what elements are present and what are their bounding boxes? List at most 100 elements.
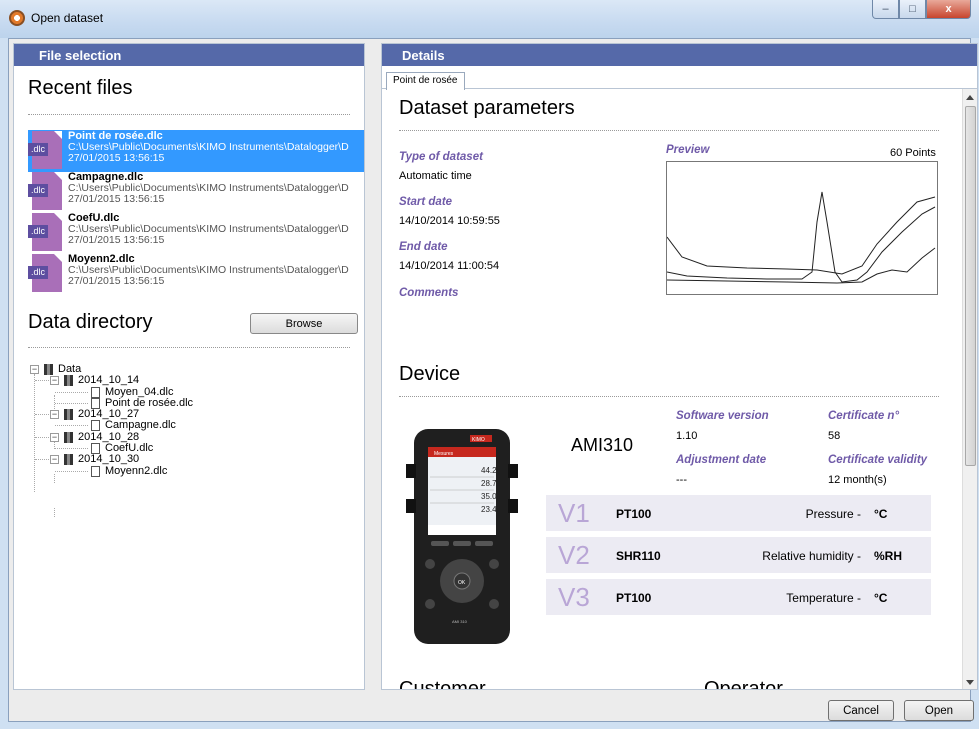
recent-files-list[interactable]: .dlc Point de rosée.dlc C:\Users\Public\… xyxy=(28,130,364,295)
scroll-thumb[interactable] xyxy=(965,106,976,466)
dataset-parameters-title: Dataset parameters xyxy=(399,97,575,119)
svg-text:Mesures: Mesures xyxy=(434,451,454,457)
data-directory-header: Data directory Browse xyxy=(28,311,364,334)
device-model: AMI310 xyxy=(571,435,634,455)
dlc-file-icon: .dlc xyxy=(28,254,62,292)
channel-row-v2: V2 SHR110 Relative humidity - %RH xyxy=(546,537,931,573)
device-separator xyxy=(399,396,939,397)
recent-file-date: 27/01/2015 13:56:15 xyxy=(68,193,165,205)
collapse-icon[interactable]: − xyxy=(50,376,59,386)
channel-probe: PT100 xyxy=(616,507,652,521)
start-date-value: 14/10/2014 10:59:55 xyxy=(399,215,500,227)
adjustment-date-label: Adjustment date xyxy=(676,454,767,466)
certificate-validity-value: 12 month(s) xyxy=(828,474,887,486)
preview-series-1 xyxy=(666,191,936,283)
maximize-button[interactable]: □ xyxy=(899,0,926,19)
customer-title: Customer xyxy=(399,678,486,690)
channel-probe: SHR110 xyxy=(616,549,661,563)
tree-line xyxy=(35,436,49,438)
preview-chart xyxy=(666,161,938,295)
svg-text:OK: OK xyxy=(458,580,466,586)
open-button[interactable]: Open xyxy=(904,700,974,721)
tree-line xyxy=(34,374,35,492)
start-date-label: Start date xyxy=(399,196,453,208)
app-icon xyxy=(9,10,25,26)
dlc-file-icon: .dlc xyxy=(28,172,62,210)
software-version-label: Software version xyxy=(676,410,769,422)
channel-number: V2 xyxy=(558,540,590,570)
channel-row-v1: V1 PT100 Pressure - °C xyxy=(546,495,931,531)
folder-icon xyxy=(64,409,73,421)
recent-file-item[interactable]: .dlc CoefU.dlc C:\Users\Public\Documents… xyxy=(28,212,364,254)
svg-text:35.0: 35.0 xyxy=(481,492,497,501)
tree-node-label: Campagne.dlc xyxy=(105,419,176,432)
tree-line xyxy=(55,448,88,450)
browse-button[interactable]: Browse xyxy=(250,313,358,334)
details-tabbar: Point de rosée xyxy=(382,66,977,90)
channel-measure: Relative humidity - xyxy=(762,549,861,563)
certificate-validity-label: Certificate validity xyxy=(828,454,928,466)
channel-measure: Pressure - xyxy=(805,507,861,521)
channel-unit: °C xyxy=(874,507,888,521)
window-controls: – □ x xyxy=(872,0,971,20)
recent-files-separator xyxy=(28,114,350,115)
details-header: Details xyxy=(382,44,977,66)
tree-line xyxy=(55,425,88,427)
folder-icon xyxy=(44,364,53,375)
details-content: Dataset parameters Type of dataset Autom… xyxy=(382,89,964,690)
file-selection-header: File selection xyxy=(14,44,364,66)
close-button[interactable]: x xyxy=(926,0,971,19)
tree-line xyxy=(54,474,55,483)
document-icon xyxy=(91,465,100,477)
folder-icon xyxy=(64,431,73,443)
recent-file-item[interactable]: .dlc Point de rosée.dlc C:\Users\Public\… xyxy=(28,130,364,172)
details-scrollbar[interactable] xyxy=(962,89,977,689)
recent-file-date: 27/01/2015 13:56:15 xyxy=(68,275,165,287)
collapse-icon[interactable]: − xyxy=(50,432,59,442)
dataset-separator xyxy=(399,130,939,131)
data-directory-separator xyxy=(28,347,350,348)
tree-node-label: Moyen_04.dlc xyxy=(105,385,174,398)
comments-label: Comments xyxy=(399,287,459,299)
dlc-file-icon: .dlc xyxy=(28,131,62,169)
channel-row-v3: V3 PT100 Temperature - °C xyxy=(546,579,931,615)
points-count: 60 Points xyxy=(890,147,936,159)
collapse-icon[interactable]: − xyxy=(50,410,59,420)
cancel-button[interactable]: Cancel xyxy=(828,700,894,721)
document-icon xyxy=(91,420,100,432)
type-value: Automatic time xyxy=(399,170,472,182)
channel-probe: PT100 xyxy=(616,591,652,605)
channel-measure: Temperature - xyxy=(786,591,861,605)
preview-label: Preview xyxy=(666,144,710,156)
document-icon xyxy=(91,386,100,398)
device-illustration: KIMO Mesures 44.2 28.7 35.0 23.4 OK AMI … xyxy=(406,429,518,644)
recent-file-date: 27/01/2015 13:56:15 xyxy=(68,152,165,164)
scroll-down-arrow-icon[interactable] xyxy=(966,680,974,685)
recent-file-item[interactable]: .dlc Campagne.dlc C:\Users\Public\Docume… xyxy=(28,171,364,213)
recent-file-item[interactable]: .dlc Moyenn2.dlc C:\Users\Public\Documen… xyxy=(28,253,364,295)
tree-line xyxy=(35,459,49,461)
svg-text:AMI 310: AMI 310 xyxy=(452,619,468,624)
tree-line xyxy=(55,391,88,393)
window-title: Open dataset xyxy=(31,11,104,25)
folder-icon xyxy=(64,375,73,387)
collapse-icon[interactable]: − xyxy=(50,455,59,465)
certificate-number-label: Certificate n° xyxy=(828,410,900,422)
channel-number: V1 xyxy=(558,498,590,528)
minimize-button[interactable]: – xyxy=(872,0,899,19)
details-panel: Details Point de rosée Dataset parameter… xyxy=(381,43,978,690)
channel-unit: %RH xyxy=(874,549,903,563)
file-selection-panel: File selection Recent files .dlc Point d… xyxy=(13,43,365,690)
tree-node-label: 2014_10_14 xyxy=(78,374,140,387)
adjustment-date-value: --- xyxy=(676,474,687,486)
recent-file-date: 27/01/2015 13:56:15 xyxy=(68,234,165,246)
collapse-icon[interactable]: − xyxy=(30,365,39,374)
device-image: KIMO Mesures 44.2 28.7 35.0 23.4 OK AMI … xyxy=(406,429,518,644)
tree-node-label: 2014_10_30 xyxy=(78,453,140,466)
title-bar: Open dataset – □ x xyxy=(0,0,979,38)
tree-line xyxy=(55,402,88,404)
preview-series-2 xyxy=(666,196,936,275)
scroll-up-arrow-icon[interactable] xyxy=(966,95,974,100)
tab-point-de-rosee[interactable]: Point de rosée xyxy=(386,72,465,90)
svg-text:23.4: 23.4 xyxy=(481,505,497,514)
